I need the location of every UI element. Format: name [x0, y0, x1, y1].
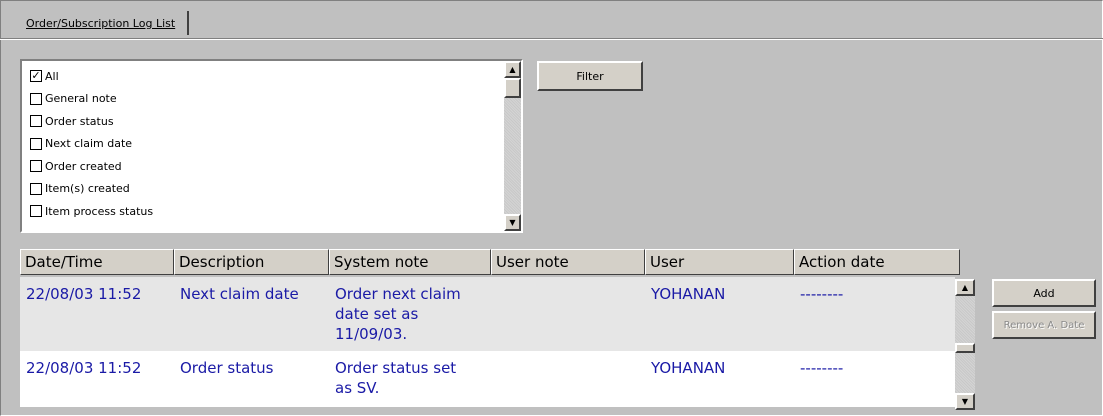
checkbox-icon[interactable] — [30, 160, 42, 173]
cell-system-note: Order next claim date set as 11/09/03. — [335, 285, 461, 343]
column-header-date-time[interactable]: Date/Time — [20, 249, 174, 275]
log-grid: Date/Time Description System note User n… — [20, 249, 960, 409]
remove-action-date-button[interactable]: Remove A. Date — [992, 311, 1096, 339]
filter-option-label: Item process status — [45, 204, 154, 218]
cell-action-date: -------- — [800, 359, 844, 377]
filter-option[interactable]: Order status — [30, 110, 500, 133]
grid-header: Date/Time Description System note User n… — [20, 249, 960, 275]
column-header-action-date[interactable]: Action date — [794, 249, 960, 275]
filter-option[interactable]: ✓ All — [30, 65, 500, 88]
grid-rows: 22/08/03 11:52 Next claim date Order next … — [20, 277, 955, 407]
cell-user: YOHANAN — [651, 285, 726, 303]
column-header-user-note[interactable]: User note — [491, 249, 645, 275]
checkbox-checked-icon[interactable]: ✓ — [30, 70, 42, 83]
filter-option-label: Next claim date — [45, 137, 133, 151]
tab-order-subscription-log-list[interactable]: Order/Subscription Log List — [17, 11, 190, 35]
checkbox-icon[interactable] — [30, 182, 42, 195]
column-header-user[interactable]: User — [645, 249, 794, 275]
column-header-description[interactable]: Description — [174, 249, 329, 275]
checklist-scrollbar[interactable]: ▲ ▼ — [504, 61, 521, 231]
filter-option-label: Order status — [45, 114, 114, 128]
filter-checklist: ✓ All General note Order status Next claim d… — [20, 59, 523, 233]
scroll-up-icon[interactable]: ▲ — [504, 61, 521, 78]
checkbox-icon[interactable] — [30, 115, 42, 128]
cell-action-date: -------- — [800, 285, 844, 303]
grid-scroll-thumb[interactable] — [955, 343, 975, 353]
filter-option-label: All — [45, 69, 59, 83]
cell-user-note — [491, 351, 645, 407]
filter-option[interactable]: Item process status — [30, 200, 500, 223]
cell-user-note — [491, 277, 645, 351]
filter-option[interactable]: General note — [30, 88, 500, 111]
table-row[interactable]: 22/08/03 11:52 Order status Order status s… — [20, 351, 955, 407]
filter-option-label: Order created — [45, 159, 122, 173]
table-row[interactable]: 22/08/03 11:52 Next claim date Order next … — [20, 277, 955, 351]
filter-checklist-items: ✓ All General note Order status Next claim d… — [30, 65, 500, 223]
cell-user: YOHANAN — [651, 359, 726, 377]
cell-description: Next claim date — [180, 285, 299, 303]
filter-option[interactable]: Order created — [30, 155, 500, 178]
add-button[interactable]: Add — [992, 279, 1096, 307]
grid-scrollbar[interactable]: ▲ ▼ — [955, 279, 975, 410]
filter-option[interactable]: Item(s) created — [30, 178, 500, 201]
cell-system-note: Order status set as SV. — [335, 359, 457, 397]
column-header-system-note[interactable]: System note — [329, 249, 491, 275]
scroll-thumb[interactable] — [504, 78, 521, 98]
filter-button-label: Filter — [576, 69, 604, 83]
checkbox-icon[interactable] — [30, 92, 42, 105]
checkbox-icon[interactable] — [30, 205, 42, 218]
cell-description: Order status — [180, 359, 274, 377]
grid-scroll-up-icon[interactable]: ▲ — [955, 279, 975, 296]
filter-option-label: Item(s) created — [45, 182, 130, 196]
cell-date-time: 22/08/03 11:52 — [26, 359, 142, 377]
filter-button[interactable]: Filter — [537, 61, 643, 91]
tab-divider-highlight — [0, 39, 1103, 40]
scroll-down-icon[interactable]: ▼ — [504, 214, 521, 231]
filter-option[interactable]: Next claim date — [30, 133, 500, 156]
grid-scroll-down-icon[interactable]: ▼ — [955, 393, 975, 410]
cell-date-time: 22/08/03 11:52 — [26, 285, 142, 303]
remove-action-date-label: Remove A. Date — [1003, 319, 1085, 331]
add-button-label: Add — [1033, 286, 1055, 300]
filter-option-label: General note — [45, 92, 117, 106]
checkbox-icon[interactable] — [30, 137, 42, 150]
